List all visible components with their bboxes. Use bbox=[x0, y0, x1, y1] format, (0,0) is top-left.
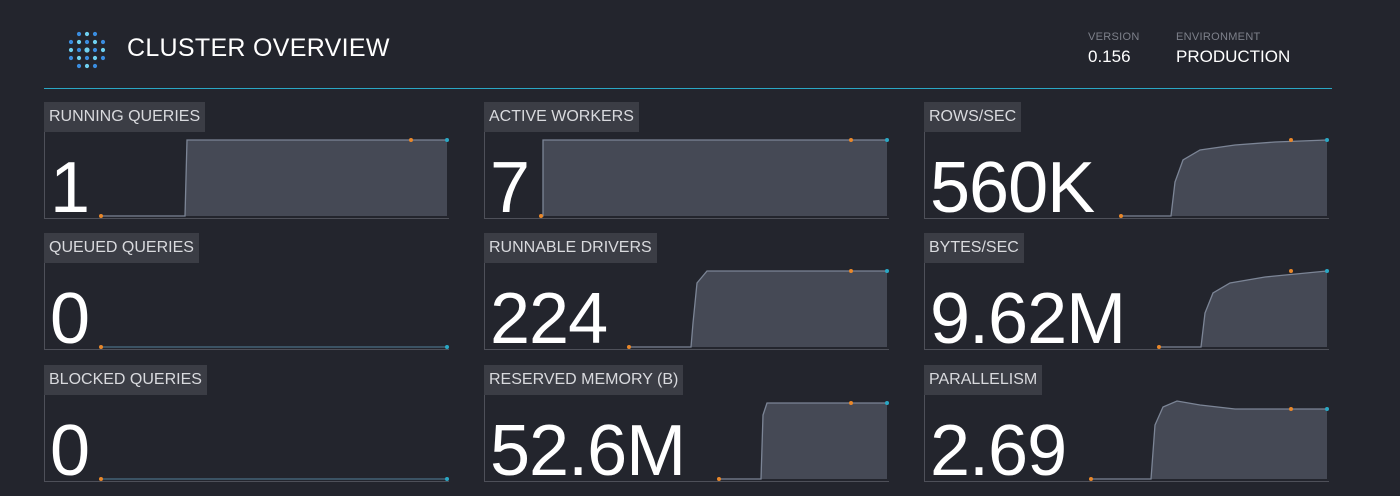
sparkline-end-dot bbox=[1325, 138, 1329, 142]
tile-label: RUNNING QUERIES bbox=[44, 102, 206, 132]
tile-value: 560K bbox=[930, 148, 1095, 228]
tile-body: 2.69 bbox=[924, 395, 1329, 487]
sparkline-area bbox=[629, 271, 887, 347]
sparkline-end-dot bbox=[445, 138, 449, 142]
sparkline-area bbox=[719, 403, 887, 479]
sparkline-start-dot bbox=[627, 345, 631, 349]
sparkline-active-workers bbox=[539, 138, 889, 218]
sparkline-area bbox=[1121, 140, 1327, 216]
tile-label: RUNNABLE DRIVERS bbox=[484, 233, 657, 263]
version-info: VERSION 0.156 bbox=[1088, 31, 1140, 67]
tile-value: 7 bbox=[490, 148, 530, 228]
tile-bytes-sec[interactable]: BYTES/SEC 9.62M bbox=[924, 233, 1330, 355]
tile-queued-queries[interactable]: QUEUED QUERIES 0 bbox=[44, 233, 450, 355]
sparkline-area bbox=[541, 140, 887, 216]
tile-label: ROWS/SEC bbox=[924, 102, 1022, 132]
sparkline-start-dot bbox=[1089, 477, 1093, 481]
tile-reserved-memory[interactable]: RESERVED MEMORY (B) 52.6M bbox=[484, 365, 890, 487]
tile-value: 2.69 bbox=[930, 411, 1067, 491]
logo-icon bbox=[68, 31, 106, 69]
tile-active-workers[interactable]: ACTIVE WORKERS 7 bbox=[484, 102, 890, 224]
sparkline-blocked-queries bbox=[99, 477, 449, 481]
sparkline-start-dot bbox=[539, 214, 543, 218]
sparkline-marker-dot bbox=[849, 138, 853, 142]
sparkline-end-dot bbox=[885, 138, 889, 142]
sparkline-marker-dot bbox=[1289, 269, 1293, 273]
sparkline-end-dot bbox=[1325, 269, 1329, 273]
tile-body: 52.6M bbox=[484, 395, 889, 487]
sparkline-start-dot bbox=[99, 345, 103, 349]
sparkline-start-dot bbox=[717, 477, 721, 481]
sparkline-end-dot bbox=[1325, 407, 1329, 411]
tile-running-queries[interactable]: RUNNING QUERIES 1 bbox=[44, 102, 450, 224]
environment-value: PRODUCTION bbox=[1176, 47, 1291, 66]
sparkline-end-dot bbox=[445, 345, 449, 349]
sparkline-area bbox=[101, 140, 447, 216]
sparkline-queued-queries bbox=[99, 345, 449, 349]
tile-value: 224 bbox=[490, 279, 608, 359]
sparkline-area bbox=[1091, 401, 1327, 479]
tile-parallelism[interactable]: PARALLELISM 2.69 bbox=[924, 365, 1330, 487]
environment-info: ENVIRONMENT PRODUCTION bbox=[1176, 31, 1290, 67]
tile-label: BLOCKED QUERIES bbox=[44, 365, 207, 395]
sparkline-end-dot bbox=[445, 477, 449, 481]
sparkline-end-dot bbox=[885, 401, 889, 405]
tile-label: PARALLELISM bbox=[924, 365, 1043, 395]
tile-body: 560K bbox=[924, 132, 1329, 224]
sparkline-marker-dot bbox=[1289, 407, 1293, 411]
tile-body: 0 bbox=[44, 395, 449, 487]
sparkline-start-dot bbox=[1157, 345, 1161, 349]
sparkline-marker-dot bbox=[409, 138, 413, 142]
tile-label: BYTES/SEC bbox=[924, 233, 1024, 263]
page-header: CLUSTER OVERVIEW VERSION 0.156 ENVIRONME… bbox=[44, 0, 1332, 89]
tile-label: RESERVED MEMORY (B) bbox=[484, 365, 684, 395]
version-value: 0.156 bbox=[1088, 47, 1131, 66]
tile-value: 0 bbox=[50, 411, 90, 491]
sparkline-marker-dot bbox=[849, 401, 853, 405]
sparkline-marker-dot bbox=[849, 269, 853, 273]
page-title: CLUSTER OVERVIEW bbox=[127, 34, 390, 62]
tile-value: 1 bbox=[50, 148, 90, 228]
tile-rows-sec[interactable]: ROWS/SEC 560K bbox=[924, 102, 1330, 224]
tile-body: 224 bbox=[484, 263, 889, 355]
sparkline-marker-dot bbox=[1289, 138, 1293, 142]
tile-body: 9.62M bbox=[924, 263, 1329, 355]
sparkline-area bbox=[1159, 271, 1327, 347]
tile-value: 52.6M bbox=[490, 411, 686, 491]
tile-value: 9.62M bbox=[930, 279, 1126, 359]
version-label: VERSION bbox=[1088, 31, 1140, 43]
sparkline-start-dot bbox=[99, 214, 103, 218]
tile-label: QUEUED QUERIES bbox=[44, 233, 199, 263]
tile-body: 7 bbox=[484, 132, 889, 224]
sparkline-end-dot bbox=[885, 269, 889, 273]
tile-label: ACTIVE WORKERS bbox=[484, 102, 639, 132]
sparkline-start-dot bbox=[99, 477, 103, 481]
tile-body: 0 bbox=[44, 263, 449, 355]
tile-runnable-drivers[interactable]: RUNNABLE DRIVERS 224 bbox=[484, 233, 890, 355]
environment-label: ENVIRONMENT bbox=[1176, 31, 1261, 43]
sparkline-running-queries bbox=[99, 138, 449, 218]
tile-value: 0 bbox=[50, 279, 90, 359]
sparkline-start-dot bbox=[1119, 214, 1123, 218]
tile-blocked-queries[interactable]: BLOCKED QUERIES 0 bbox=[44, 365, 450, 487]
tile-body: 1 bbox=[44, 132, 449, 224]
